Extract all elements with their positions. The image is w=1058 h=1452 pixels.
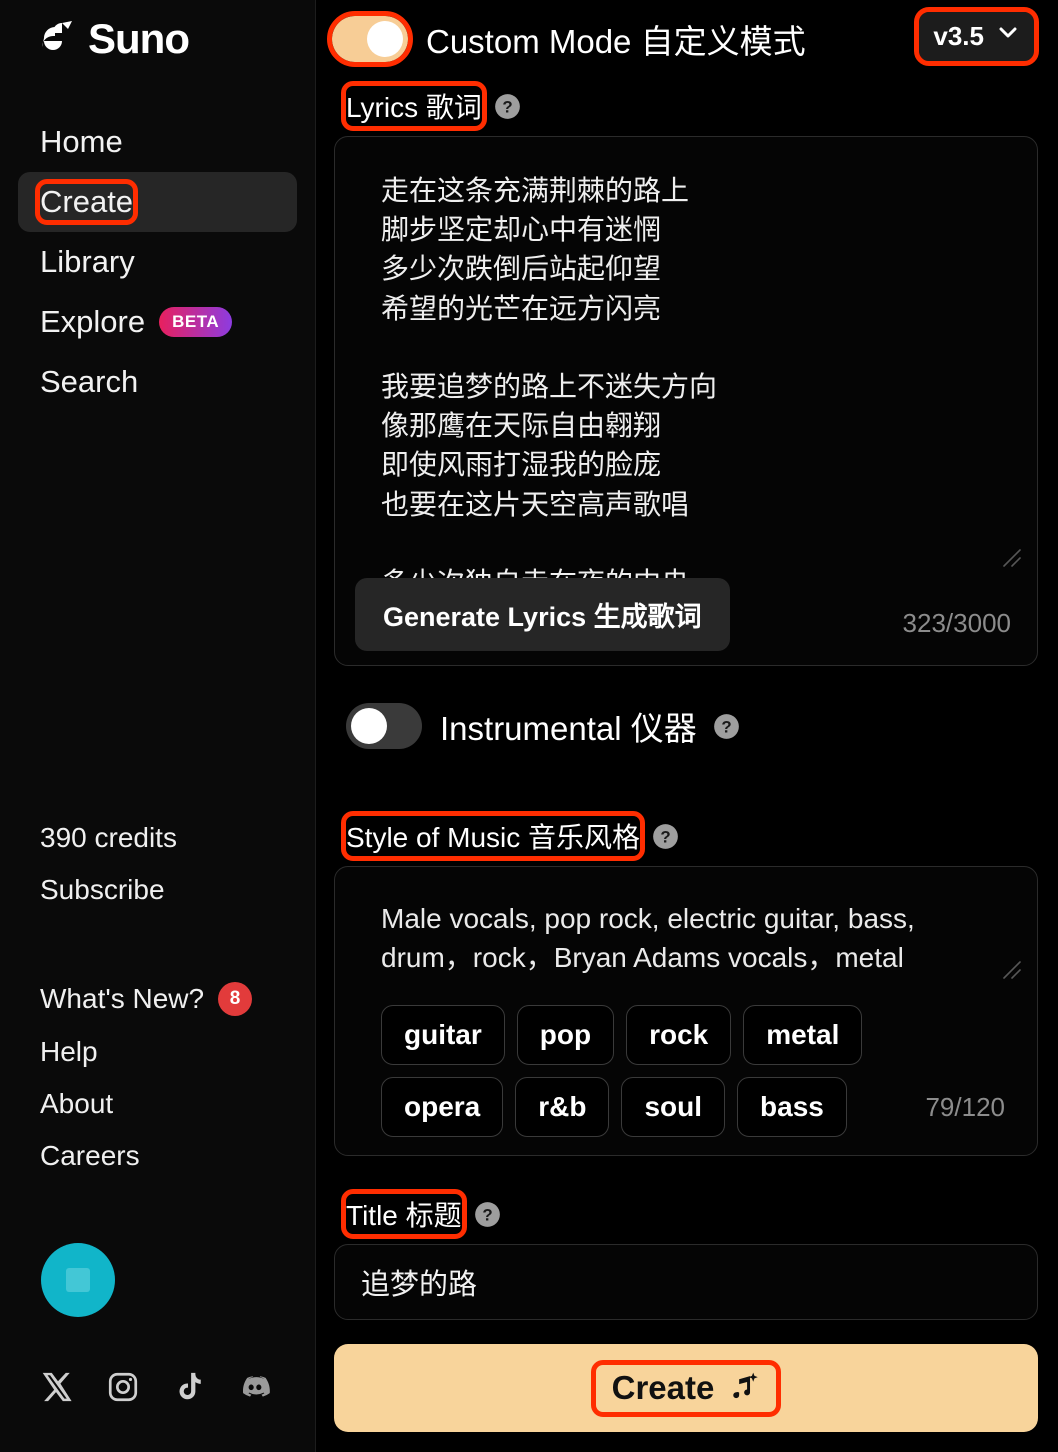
- help-icon[interactable]: ?: [713, 713, 740, 740]
- instrumental-toggle[interactable]: [346, 703, 422, 749]
- lyrics-char-counter: 323/3000: [902, 608, 1011, 638]
- sidebar-item-label: Create: [34, 179, 139, 225]
- title-input[interactable]: 追梦的路: [334, 1244, 1038, 1320]
- custom-mode-toggle[interactable]: [327, 11, 413, 67]
- help-icon[interactable]: ?: [494, 93, 521, 120]
- account-meta: 390 credits Subscribe: [18, 812, 298, 916]
- help-icon[interactable]: ?: [652, 823, 679, 850]
- link-help[interactable]: Help: [18, 1026, 308, 1078]
- model-version-dropdown[interactable]: v3.5: [914, 7, 1039, 66]
- sidebar-item-library[interactable]: Library: [18, 232, 297, 292]
- avatar[interactable]: [41, 1243, 115, 1317]
- svg-text:?: ?: [660, 827, 670, 846]
- svg-text:?: ?: [502, 97, 512, 116]
- link-label: Help: [40, 1036, 98, 1067]
- sidebar-item-label: Home: [40, 124, 123, 159]
- sidebar-item-label: Library: [40, 244, 135, 279]
- style-tag-list: guitar pop rock metal opera r&b soul bas…: [381, 1005, 881, 1138]
- model-version-label: v3.5: [933, 21, 984, 51]
- sidebar-item-home[interactable]: Home: [18, 112, 297, 172]
- style-tag[interactable]: r&b: [515, 1077, 610, 1138]
- resize-handle-icon[interactable]: [1001, 547, 1023, 569]
- style-tag[interactable]: rock: [626, 1005, 732, 1066]
- instrumental-label: Instrumental 仪器: [440, 710, 697, 747]
- sidebar-item-label: Search: [40, 364, 139, 399]
- create-panel: Custom Mode 自定义模式 v3.5 Lyrics 歌词 ? 走在这条充…: [316, 0, 1058, 1452]
- link-label: Careers: [40, 1140, 140, 1171]
- link-label: What's New?: [40, 983, 205, 1014]
- sidebar-item-search[interactable]: Search: [18, 352, 297, 412]
- style-char-counter: 79/120: [925, 1092, 1005, 1122]
- help-icon[interactable]: ?: [474, 1201, 501, 1228]
- lyrics-textarea[interactable]: 走在这条充满荆棘的路上 脚步坚定却心中有迷惘 多少次跌倒后站起仰望 希望的光芒在…: [334, 136, 1038, 666]
- style-label: Style of Music 音乐风格: [340, 811, 646, 861]
- style-label-row: Style of Music 音乐风格 ?: [340, 811, 1040, 861]
- instagram-icon[interactable]: [106, 1370, 140, 1404]
- title-value: 追梦的路: [361, 1269, 478, 1301]
- sidebar-item-create[interactable]: Create: [18, 172, 297, 232]
- resize-handle-icon[interactable]: [1001, 959, 1023, 981]
- generate-lyrics-button[interactable]: Generate Lyrics 生成歌词: [355, 578, 730, 651]
- lyrics-label-row: Lyrics 歌词 ?: [341, 81, 1040, 131]
- brand-name: Suno: [88, 15, 190, 62]
- custom-mode-label: Custom Mode 自定义模式: [426, 23, 806, 60]
- title-label-row: Title 标题 ?: [341, 1189, 1040, 1239]
- create-button-label: Create: [611, 1369, 715, 1406]
- tiktok-icon[interactable]: [172, 1370, 206, 1404]
- music-note-sparkle-icon: [726, 1369, 760, 1408]
- x-icon[interactable]: [40, 1370, 74, 1404]
- create-button-inner: Create: [590, 1359, 782, 1417]
- lyrics-value: 走在这条充满荆棘的路上 脚步坚定却心中有迷惘 多少次跌倒后站起仰望 希望的光芒在…: [381, 175, 718, 598]
- title-label: Title 标题: [341, 1189, 467, 1239]
- credits-label: 390 credits: [40, 822, 177, 853]
- sidebar-item-label: Explore: [40, 304, 146, 339]
- lyrics-label: Lyrics 歌词: [341, 81, 487, 131]
- primary-nav: Home Create Library Explore BETA Search: [18, 112, 297, 412]
- style-tag[interactable]: opera: [381, 1077, 504, 1138]
- link-careers[interactable]: Careers: [18, 1130, 308, 1182]
- style-tag[interactable]: soul: [621, 1077, 726, 1138]
- style-tag[interactable]: bass: [737, 1077, 847, 1138]
- style-tag[interactable]: guitar: [381, 1005, 505, 1066]
- sidebar: Suno Home Create Library Explore BETA Se…: [0, 0, 316, 1452]
- beta-badge: BETA: [159, 307, 233, 337]
- style-value: Male vocals, pop rock, electric guitar, …: [381, 903, 915, 974]
- svg-text:?: ?: [721, 717, 731, 736]
- avatar-inner-shape: [66, 1268, 90, 1292]
- chevron-down-icon: [996, 21, 1020, 52]
- subscribe-link[interactable]: Subscribe: [18, 864, 298, 916]
- link-whats-new[interactable]: What's New? 8: [18, 972, 308, 1026]
- custom-mode-row: Custom Mode 自定义模式 v3.5: [327, 0, 1040, 70]
- toggle-knob: [351, 708, 387, 744]
- style-of-music-textarea[interactable]: Male vocals, pop rock, electric guitar, …: [334, 866, 1038, 1156]
- style-tag[interactable]: pop: [516, 1005, 615, 1066]
- discord-icon[interactable]: [238, 1370, 272, 1404]
- suno-wave-logo-icon: [38, 19, 78, 59]
- link-about[interactable]: About: [18, 1078, 308, 1130]
- style-tag[interactable]: metal: [743, 1005, 863, 1066]
- svg-text:?: ?: [482, 1205, 492, 1224]
- sidebar-item-explore[interactable]: Explore BETA: [18, 292, 297, 352]
- toggle-knob: [367, 21, 403, 57]
- social-links: [40, 1370, 272, 1404]
- brand-logo[interactable]: Suno: [18, 0, 297, 60]
- secondary-links: What's New? 8 Help About Careers: [18, 972, 308, 1182]
- link-label: About: [40, 1088, 114, 1119]
- suno-create-page: Suno Home Create Library Explore BETA Se…: [0, 0, 1058, 1452]
- whats-new-count-badge: 8: [218, 982, 253, 1016]
- create-button[interactable]: Create: [334, 1344, 1038, 1432]
- instrumental-row: Instrumental 仪器 ?: [346, 702, 1040, 750]
